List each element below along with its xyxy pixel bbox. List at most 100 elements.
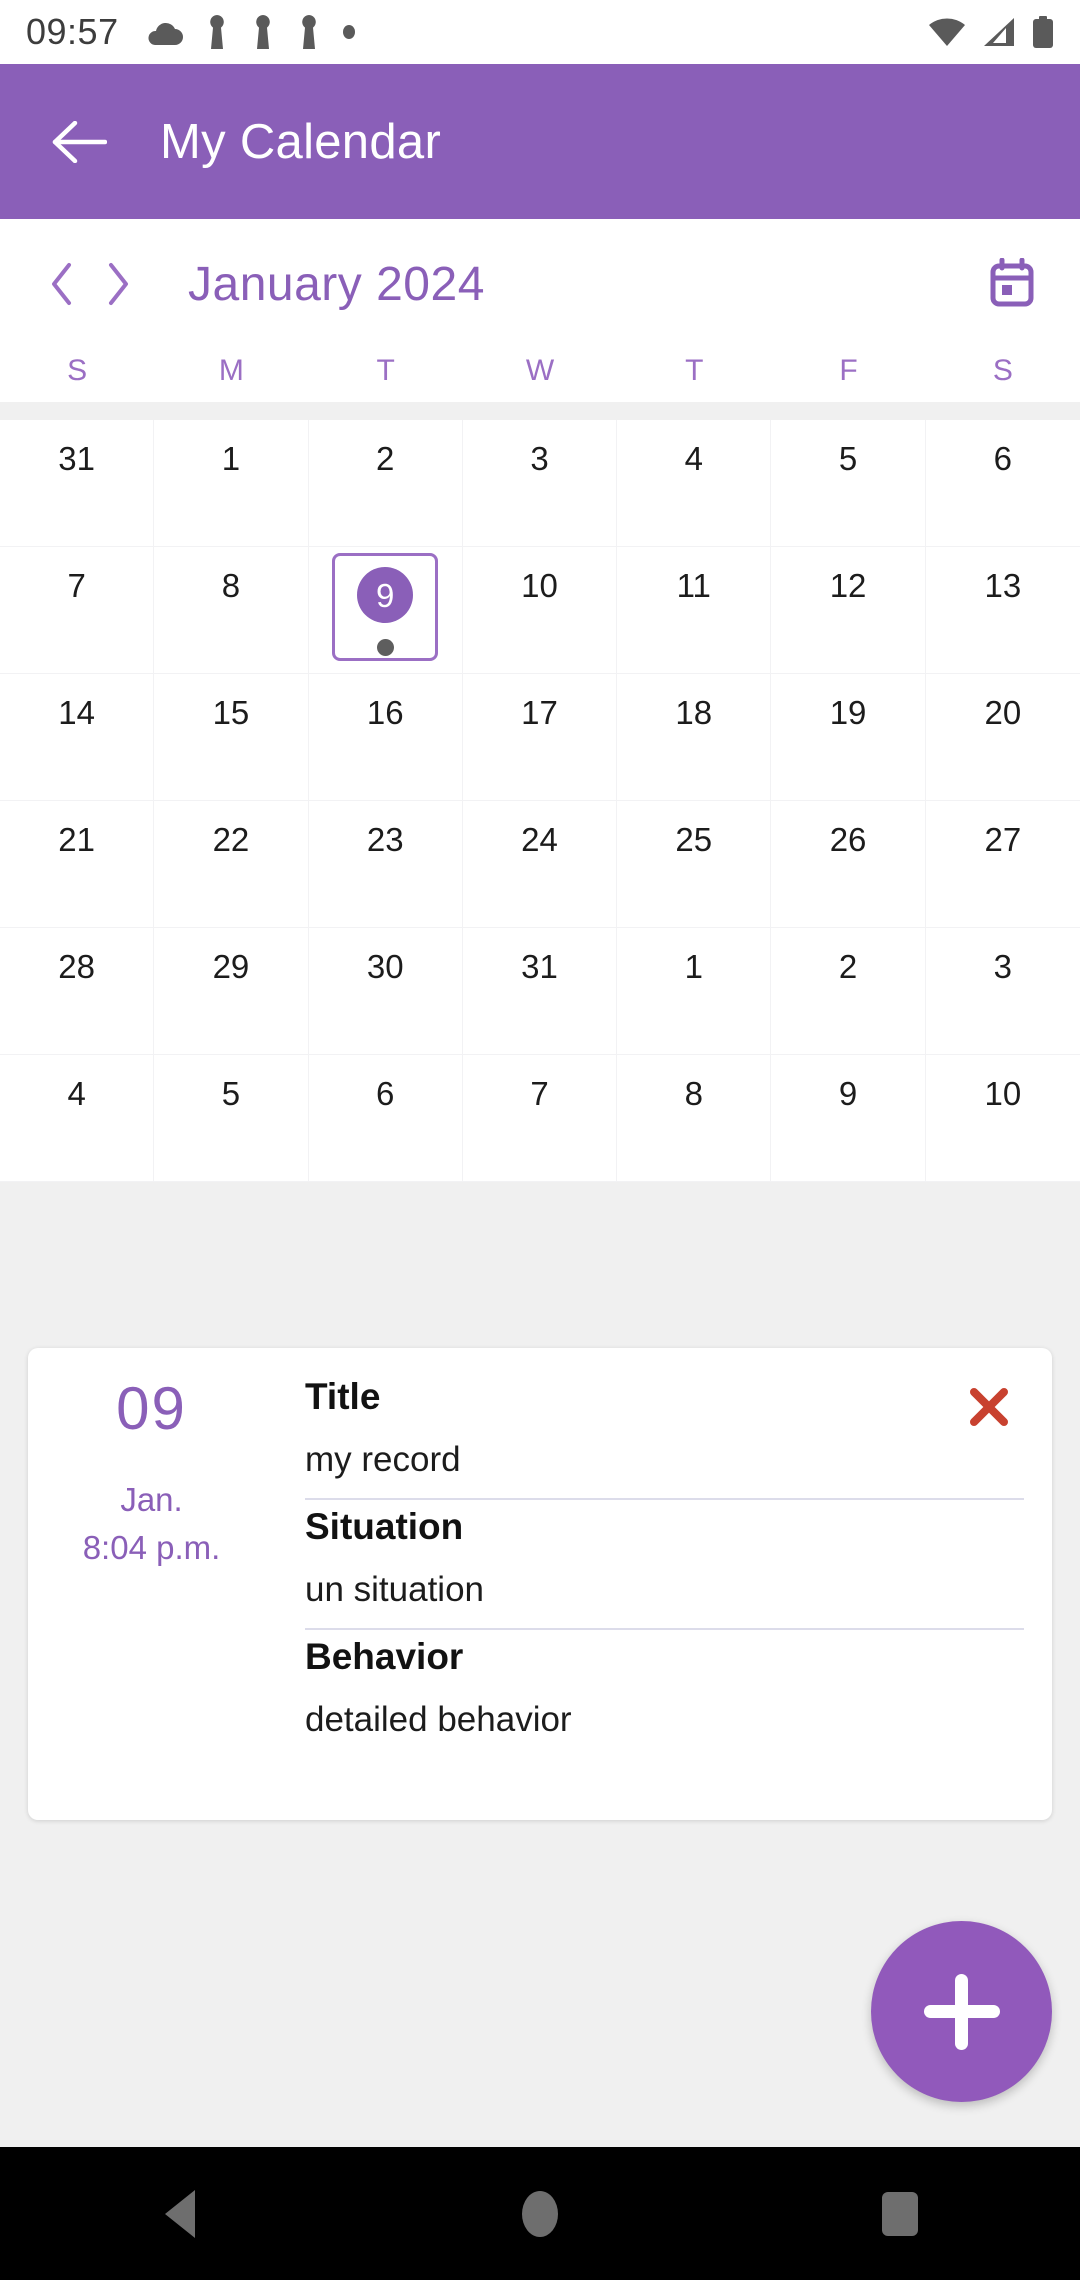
day-number: 3 bbox=[993, 948, 1013, 985]
calendar-day-cell[interactable]: 22 bbox=[154, 801, 309, 928]
calendar-day-cell[interactable]: 19 bbox=[771, 674, 926, 801]
calendar-day-cell[interactable]: 14 bbox=[0, 674, 155, 801]
record-card[interactable]: 09 Jan. 8:04 p.m. Title my record Situat… bbox=[28, 1348, 1052, 1820]
calendar-day-cell-selected[interactable]: 9 bbox=[308, 547, 463, 674]
nav-recents-icon bbox=[882, 2191, 918, 2236]
status-time: 09:57 bbox=[26, 11, 119, 52]
calendar-day-cell[interactable]: 29 bbox=[154, 928, 309, 1055]
calendar-day-cell[interactable]: 2 bbox=[771, 928, 926, 1055]
plus-icon-vertical bbox=[955, 1973, 968, 2050]
calendar-day-cell[interactable]: 25 bbox=[617, 801, 772, 928]
dot-icon bbox=[342, 25, 355, 39]
month-label[interactable]: January 2024 bbox=[188, 257, 485, 312]
weekday-label: S bbox=[67, 354, 88, 387]
calendar-picker-button[interactable] bbox=[978, 250, 1046, 318]
status-bar: 09:57 bbox=[0, 0, 1080, 64]
phone-screen: 09:57 My Calendar January 2024 S M T W T… bbox=[0, 0, 1080, 2280]
nav-back-button[interactable] bbox=[110, 2164, 250, 2264]
status-notification-icons bbox=[145, 14, 355, 50]
calendar-day-cell[interactable]: 13 bbox=[925, 547, 1080, 674]
next-month-button[interactable] bbox=[90, 249, 146, 319]
calendar-day-cell[interactable]: 7 bbox=[0, 547, 155, 674]
day-number: 31 bbox=[521, 948, 558, 985]
calendar-day-cell[interactable]: 26 bbox=[771, 801, 926, 928]
wifi-icon bbox=[929, 18, 965, 46]
calendar-day-cell[interactable]: 8 bbox=[154, 547, 309, 674]
calendar-day-cell[interactable]: 7 bbox=[462, 1055, 618, 1182]
calendar-day-cell[interactable]: 3 bbox=[925, 928, 1080, 1055]
day-number: 9 bbox=[838, 1075, 858, 1112]
calendar-day-cell[interactable]: 16 bbox=[308, 674, 463, 801]
notification-icon bbox=[209, 15, 224, 49]
calendar-day-cell[interactable]: 27 bbox=[925, 801, 1080, 928]
chevron-left-icon bbox=[52, 263, 71, 305]
day-number: 11 bbox=[676, 567, 711, 604]
calendar-day-cell[interactable]: 1 bbox=[154, 420, 309, 547]
record-field-behavior: Behavior detailed behavior bbox=[305, 1630, 1024, 1746]
calendar-day-cell[interactable]: 30 bbox=[308, 928, 463, 1055]
add-record-fab[interactable] bbox=[871, 1921, 1052, 2102]
day-number: 4 bbox=[67, 1075, 86, 1112]
day-number: 16 bbox=[366, 694, 404, 731]
weekday-label: T bbox=[685, 354, 704, 387]
day-number: 27 bbox=[984, 821, 1022, 858]
day-number: 8 bbox=[221, 567, 241, 604]
notification-icon bbox=[255, 15, 270, 49]
day-number: 9 bbox=[357, 567, 414, 623]
calendar-day-cell[interactable]: 11 bbox=[617, 547, 772, 674]
day-number: 4 bbox=[684, 440, 703, 477]
day-number: 15 bbox=[212, 694, 250, 731]
previous-month-button[interactable] bbox=[34, 249, 90, 319]
calendar-day-cell[interactable]: 1 bbox=[617, 928, 772, 1055]
calendar-day-cell[interactable]: 15 bbox=[154, 674, 309, 801]
calendar-day-cell[interactable]: 31 bbox=[462, 928, 618, 1055]
back-button[interactable] bbox=[44, 107, 114, 177]
day-number: 2 bbox=[838, 948, 858, 985]
calendar-day-cell[interactable]: 4 bbox=[0, 1055, 155, 1182]
calendar-day-cell[interactable]: 2 bbox=[308, 420, 463, 547]
month-navigation-bar: January 2024 bbox=[0, 219, 1080, 349]
nav-recents-button[interactable] bbox=[830, 2164, 970, 2264]
nav-home-button[interactable] bbox=[470, 2164, 610, 2264]
delete-record-button[interactable] bbox=[958, 1376, 1020, 1438]
calendar-day-cell[interactable]: 18 bbox=[617, 674, 772, 801]
day-number: 10 bbox=[521, 567, 558, 604]
calendar-day-cell[interactable]: 24 bbox=[462, 801, 618, 928]
calendar-day-cell[interactable]: 6 bbox=[308, 1055, 463, 1182]
day-number: 6 bbox=[993, 440, 1013, 477]
back-arrow-icon bbox=[52, 120, 107, 163]
calendar-day-cell[interactable]: 28 bbox=[0, 928, 155, 1055]
day-number: 7 bbox=[67, 567, 86, 604]
day-number: 6 bbox=[376, 1075, 395, 1112]
calendar-day-cell[interactable]: 4 bbox=[617, 420, 772, 547]
weekday-header-row: S M T W T F S bbox=[0, 340, 1080, 402]
calendar-day-cell[interactable]: 6 bbox=[925, 420, 1080, 547]
nav-back-icon bbox=[165, 2189, 195, 2238]
record-fields: Title my record Situation un situation B… bbox=[275, 1348, 1052, 1820]
calendar-day-cell[interactable]: 10 bbox=[925, 1055, 1080, 1182]
calendar-grid: 31 1 2 3 4 5 6 7 8 9 10 11 12 13 14 15 16 17 18 19 20 21 22 23 2… bbox=[0, 420, 1080, 1182]
record-field-title: Title my record bbox=[305, 1370, 1024, 1500]
record-date-column: 09 Jan. 8:04 p.m. bbox=[28, 1348, 275, 1820]
weekday-label: T bbox=[376, 354, 395, 387]
signal-icon bbox=[984, 18, 1014, 46]
calendar-day-cell[interactable]: 8 bbox=[617, 1055, 772, 1182]
calendar-day-cell[interactable]: 17 bbox=[462, 674, 618, 801]
calendar-day-cell[interactable]: 10 bbox=[462, 547, 618, 674]
calendar-day-cell[interactable]: 12 bbox=[771, 547, 926, 674]
day-number: 20 bbox=[984, 694, 1022, 731]
cloud-icon bbox=[148, 22, 183, 45]
day-number: 26 bbox=[829, 821, 867, 858]
field-value: detailed behavior bbox=[305, 1700, 572, 1739]
nav-home-icon bbox=[522, 2190, 558, 2237]
field-label: Situation bbox=[305, 1506, 464, 1547]
calendar-day-cell[interactable]: 20 bbox=[925, 674, 1080, 801]
calendar-day-cell[interactable]: 23 bbox=[308, 801, 463, 928]
record-time: 8:04 p.m. bbox=[82, 1529, 221, 1566]
calendar-day-cell[interactable]: 9 bbox=[771, 1055, 926, 1182]
calendar-day-cell[interactable]: 5 bbox=[154, 1055, 309, 1182]
calendar-day-cell[interactable]: 3 bbox=[462, 420, 618, 547]
calendar-day-cell[interactable]: 5 bbox=[771, 420, 926, 547]
calendar-day-cell[interactable]: 31 bbox=[0, 420, 155, 547]
calendar-day-cell[interactable]: 21 bbox=[0, 801, 155, 928]
